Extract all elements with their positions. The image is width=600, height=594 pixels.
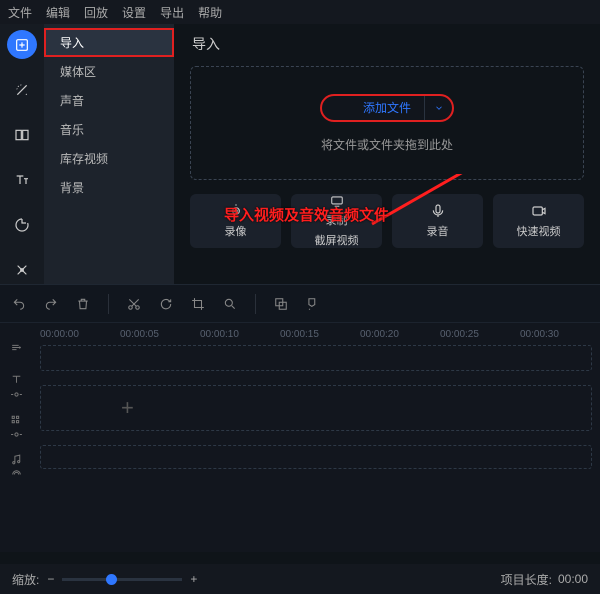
menu-export[interactable]: 导出 (160, 4, 184, 21)
zoom-control[interactable]: 缩放: − + (12, 571, 197, 588)
text-track[interactable] (40, 345, 592, 371)
sidebar-item-music[interactable]: 音乐 (44, 115, 174, 144)
zoom-slider[interactable] (62, 578, 182, 581)
add-file-button[interactable]: 添加文件 (320, 94, 454, 122)
undo-icon[interactable] (12, 297, 26, 311)
action-record-audio-label: 录音 (427, 223, 449, 239)
action-camera-label: 录像 (225, 223, 247, 239)
tool-text-icon[interactable] (7, 165, 37, 194)
tool-strip (0, 24, 44, 284)
sidebar-item-sound[interactable]: 声音 (44, 86, 174, 115)
drop-hint: 将文件或文件夹拖到此处 (321, 136, 453, 153)
action-quick-video-label: 快速视频 (517, 223, 561, 239)
marker-icon[interactable] (306, 297, 320, 311)
plus-icon: + (121, 395, 134, 421)
ruler-tick: 00:00:00 (40, 329, 120, 340)
menu-edit[interactable]: 编辑 (46, 4, 70, 21)
annotation-text: 导入视频及音效音频文件 (224, 204, 389, 225)
ruler-tick: 00:00:25 (440, 329, 520, 340)
tl-audio-track-icon[interactable] (10, 447, 23, 487)
tl-add-icon[interactable] (10, 327, 23, 367)
action-record-audio[interactable]: 录音 (392, 194, 483, 248)
chevron-down-icon[interactable] (424, 96, 452, 120)
menu-play[interactable]: 回放 (84, 4, 108, 21)
timeline-icon-col (0, 323, 34, 552)
search-icon[interactable] (223, 297, 237, 311)
delete-icon[interactable] (76, 297, 90, 311)
sidebar-item-import[interactable]: 导入 (44, 28, 174, 57)
sidebar: 导入 媒体区 声音 音乐 库存视频 背景 (44, 24, 174, 284)
sidebar-item-stock[interactable]: 库存视频 (44, 144, 174, 173)
tool-sticker-icon[interactable] (7, 210, 37, 239)
track-area: + (40, 345, 592, 483)
ruler-tick: 00:00:20 (360, 329, 440, 340)
timeline-ruler[interactable]: 00:00:00 00:00:05 00:00:10 00:00:15 00:0… (0, 323, 600, 345)
action-quick-video[interactable]: 快速视频 (493, 194, 584, 248)
overlay-icon[interactable] (274, 297, 288, 311)
rotate-icon[interactable] (159, 297, 173, 311)
duration-value: 00:00 (558, 572, 588, 586)
tool-wand-icon[interactable] (7, 75, 37, 104)
zoom-minus-icon[interactable]: − (47, 572, 54, 586)
footer: 缩放: − + 项目长度: 00:00 (0, 564, 600, 594)
sidebar-item-bg[interactable]: 背景 (44, 173, 174, 202)
redo-icon[interactable] (44, 297, 58, 311)
ruler-tick: 00:00:05 (120, 329, 200, 340)
ruler-tick: 00:00:30 (520, 329, 600, 340)
sidebar-item-media[interactable]: 媒体区 (44, 57, 174, 86)
add-file-label: 添加文件 (363, 99, 411, 116)
audio-track[interactable] (40, 445, 592, 469)
menubar: 文件 编辑 回放 设置 导出 帮助 (0, 0, 600, 24)
duration-label: 项目长度: (501, 571, 552, 588)
page-title: 导入 (192, 34, 584, 54)
edit-toolbar (0, 284, 600, 322)
zoom-plus-icon[interactable]: + (190, 572, 197, 586)
menu-settings[interactable]: 设置 (122, 4, 146, 21)
menu-help[interactable]: 帮助 (198, 4, 222, 21)
zoom-label: 缩放: (12, 571, 39, 588)
drop-zone[interactable]: 添加文件 将文件或文件夹拖到此处 (190, 66, 584, 180)
action-screencast-label2: 截屏视频 (315, 232, 359, 248)
ruler-tick: 00:00:10 (200, 329, 280, 340)
main-pane: 导入 添加文件 将文件或文件夹拖到此处 导入视频及音效音频文件 录像 (174, 24, 600, 284)
tl-video-track-icon[interactable] (10, 407, 23, 447)
cut-icon[interactable] (127, 297, 141, 311)
tool-import-icon[interactable] (7, 30, 37, 59)
tool-transition-icon[interactable] (7, 120, 37, 149)
tool-more-icon[interactable] (7, 255, 37, 284)
ruler-tick: 00:00:15 (280, 329, 360, 340)
tl-text-track-icon[interactable] (10, 367, 23, 407)
crop-icon[interactable] (191, 297, 205, 311)
video-track[interactable]: + (40, 385, 592, 431)
menu-file[interactable]: 文件 (8, 4, 32, 21)
timeline: 00:00:00 00:00:05 00:00:10 00:00:15 00:0… (0, 322, 600, 552)
